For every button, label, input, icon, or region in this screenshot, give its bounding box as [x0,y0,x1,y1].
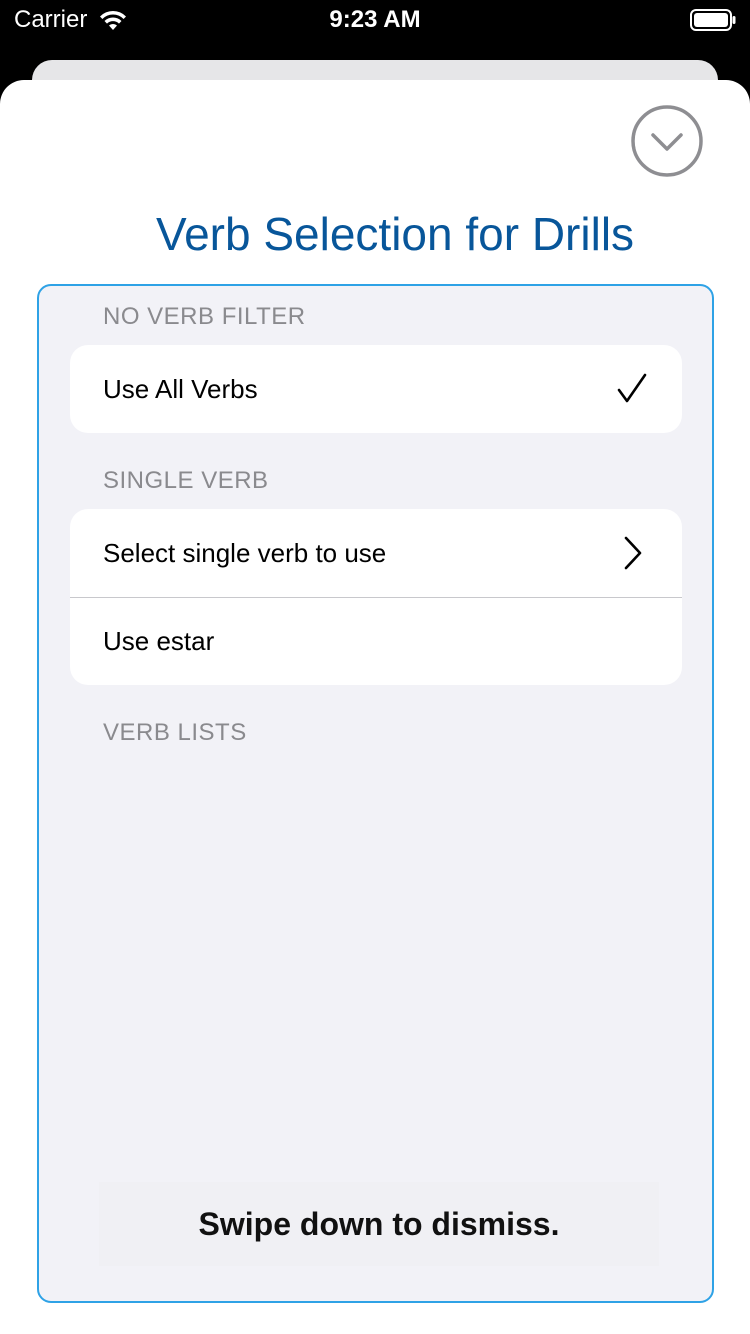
select-single-verb-row[interactable]: Select single verb to use [70,509,682,597]
page-title: Verb Selection for Drills [155,208,635,260]
verb-selection-table: NO VERB FILTER Use All Verbs SINGLE VERB… [37,284,714,1303]
chevron-down-circle-icon [631,105,703,181]
section-header-verb-lists: VERB LISTS [103,719,247,746]
section-header-single-verb: SINGLE VERB [103,467,269,494]
group-no-verb-filter: Use All Verbs [70,345,682,433]
status-bar: Carrier 9:23 AM [0,0,750,40]
battery-icon [690,9,736,31]
checkmark-icon [614,371,650,407]
group-single-verb: Select single verb to use Use estar [70,509,682,685]
status-time: 9:23 AM [329,6,421,33]
use-estar-row[interactable]: Use estar [70,597,682,685]
chevron-right-icon [614,535,650,571]
row-label: Use All Verbs [103,373,258,404]
modal-sheet: Verb Selection for Drills NO VERB FILTER… [0,80,750,1334]
use-all-verbs-row[interactable]: Use All Verbs [70,345,682,433]
row-label: Select single verb to use [103,537,387,568]
swipe-hint: Swipe down to dismiss. [99,1182,659,1266]
section-header-no-verb-filter: NO VERB FILTER [103,303,306,330]
dismiss-button[interactable] [631,105,703,177]
row-label: Use estar [103,626,215,656]
